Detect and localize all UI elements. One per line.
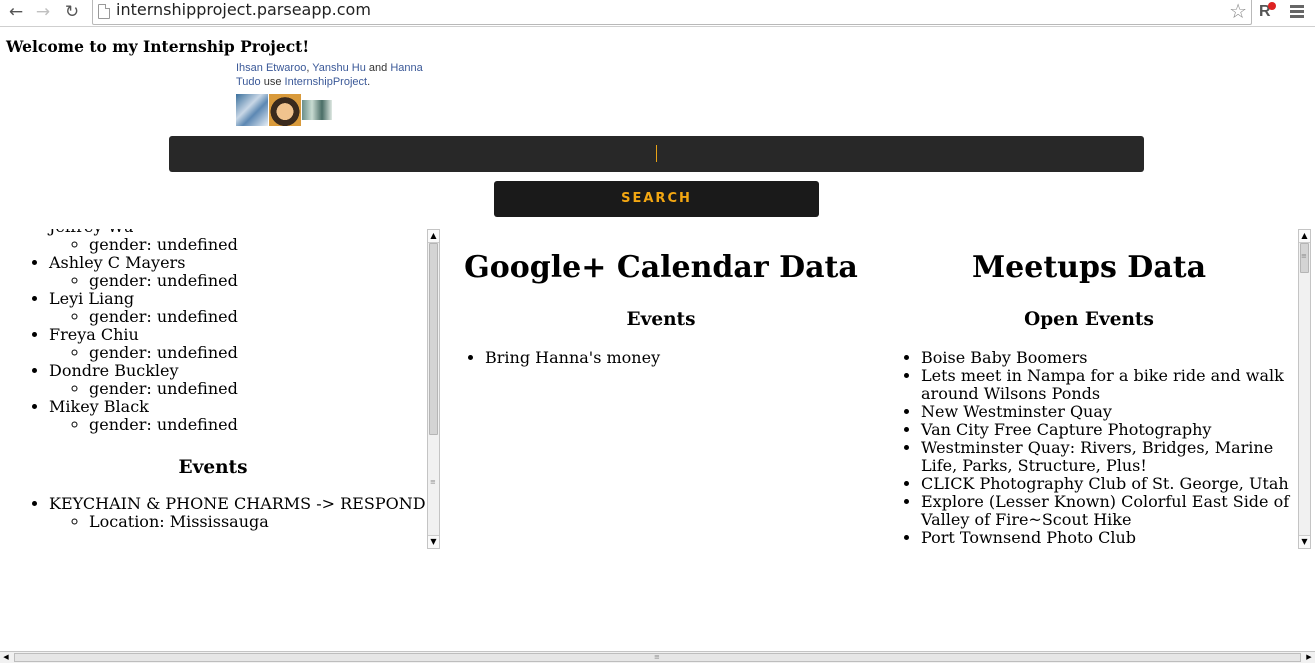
- event-item: KEYCHAIN & PHONE CHARMS -> RESPONDEDLoca…: [49, 495, 426, 531]
- search-button[interactable]: SEARCH: [494, 181, 819, 217]
- period: .: [367, 76, 371, 88]
- friend-item: Freya Chiugender: undefined: [49, 326, 426, 362]
- meetup-event-item: Lets meet in Nampa for a bike ride and w…: [921, 367, 1297, 403]
- browser-menu-icon[interactable]: [1290, 5, 1304, 20]
- friend-item: Leyi Lianggender: undefined: [49, 290, 426, 326]
- avatar[interactable]: [236, 94, 268, 126]
- browser-toolbar: ← → ↻ internshipproject.parseapp.com ☆ R: [0, 0, 1315, 27]
- page-title: Welcome to my Internship Project!: [6, 37, 310, 56]
- meetup-event-item: Port Townsend Photo Club: [921, 529, 1297, 547]
- facepile-user-link[interactable]: Yanshu Hu: [312, 62, 366, 74]
- left-panel-scrollbar[interactable]: ▲ ≡ ▼: [427, 229, 440, 549]
- facepile-user-link[interactable]: Ihsan Etwaroo: [236, 62, 306, 74]
- meetup-event-item: Westminster Quay: Rivers, Bridges, Marin…: [921, 439, 1297, 475]
- friend-detail: gender: undefined: [89, 380, 426, 398]
- scroll-grip: ≡: [654, 653, 660, 661]
- friend-name: Leyi Liang: [49, 289, 135, 308]
- search-input[interactable]: [169, 136, 1144, 172]
- facepile-app-link[interactable]: InternshipProject: [285, 76, 368, 88]
- avatar[interactable]: [302, 100, 332, 120]
- meetup-event-item: New Westminster Quay: [921, 403, 1297, 421]
- scroll-right-arrow[interactable]: ▶: [1303, 652, 1315, 663]
- friend-details: gender: undefined: [49, 236, 426, 254]
- friend-name: Ashley C Mayers: [49, 253, 186, 272]
- scroll-thumb[interactable]: [429, 243, 438, 435]
- friend-name: Mikey Black: [49, 397, 149, 416]
- google-event-item: Bring Hanna's money: [485, 349, 861, 367]
- friend-item: Ashley C Mayersgender: undefined: [49, 254, 426, 290]
- friend-detail: gender: undefined: [89, 308, 426, 326]
- friend-detail: gender: undefined: [89, 344, 426, 362]
- friend-name: Freya Chiu: [49, 325, 139, 344]
- scroll-down-arrow[interactable]: ▼: [428, 535, 439, 548]
- address-url[interactable]: internshipproject.parseapp.com: [116, 0, 371, 19]
- friend-details: gender: undefined: [49, 344, 426, 362]
- events-heading: Events: [178, 457, 248, 478]
- facepile-text: Ihsan Etwaroo, Yanshu Hu and Hanna Tudo …: [236, 61, 436, 89]
- meetup-event-item: Van City Free Capture Photography: [921, 421, 1297, 439]
- friend-detail: gender: undefined: [89, 272, 426, 290]
- event-details: Location: Mississauga: [49, 513, 426, 531]
- google-events-list: Bring Hanna's money: [441, 349, 861, 367]
- friend-detail: gender: undefined: [89, 416, 426, 434]
- meetup-event-item: Boise Baby Boomers: [921, 349, 1297, 367]
- event-name: KEYCHAIN & PHONE CHARMS -> RESPONDED: [49, 494, 426, 513]
- reload-icon[interactable]: ↻: [62, 2, 82, 22]
- address-bar[interactable]: internshipproject.parseapp.com ☆: [92, 0, 1252, 25]
- friend-details: gender: undefined: [49, 416, 426, 434]
- friend-details: gender: undefined: [49, 308, 426, 326]
- event-location: Location: Mississauga: [89, 513, 426, 531]
- forward-icon[interactable]: →: [33, 2, 53, 22]
- friend-item: Dondre Buckleygender: undefined: [49, 362, 426, 398]
- google-events-heading: Events: [626, 309, 696, 330]
- page-icon: [98, 4, 110, 19]
- scroll-grip: ≡: [430, 478, 436, 486]
- friend-details: gender: undefined: [49, 380, 426, 398]
- meetups-events-heading: Open Events: [1024, 309, 1154, 330]
- events-list: KEYCHAIN & PHONE CHARMS -> RESPONDEDLoca…: [0, 495, 426, 531]
- friend-item: Mikey Blackgender: undefined: [49, 398, 426, 434]
- friend-details: gender: undefined: [49, 272, 426, 290]
- scroll-down-arrow[interactable]: ▼: [1299, 535, 1310, 548]
- avatar[interactable]: [269, 94, 301, 126]
- scroll-up-arrow[interactable]: ▲: [428, 230, 439, 243]
- back-icon[interactable]: ←: [6, 2, 26, 22]
- conjunction: and: [365, 62, 391, 74]
- extension-badge: [1268, 2, 1276, 10]
- google-calendar-heading: Google+ Calendar Data: [464, 250, 858, 285]
- scroll-left-arrow[interactable]: ◀: [0, 652, 12, 663]
- friends-list: Jeffrey Wugender: undefinedAshley C Maye…: [0, 229, 426, 434]
- scroll-grip: ≡: [1301, 252, 1307, 260]
- text-caret: [656, 145, 657, 162]
- meetups-events-list: Boise Baby BoomersLets meet in Nampa for…: [877, 349, 1297, 549]
- friends-panel[interactable]: Jeffrey Wugender: undefinedAshley C Maye…: [0, 229, 426, 549]
- friend-item: Jeffrey Wugender: undefined: [49, 229, 426, 254]
- meetups-heading: Meetups Data: [971, 250, 1207, 285]
- meetup-event-item: CLICK Photography Club of St. George, Ut…: [921, 475, 1297, 493]
- friend-detail: gender: undefined: [89, 236, 426, 254]
- meetup-event-item: Explore (Lesser Known) Colorful East Sid…: [921, 493, 1297, 529]
- page-scrollbar[interactable]: ▲ ≡ ▼: [1298, 229, 1311, 549]
- use-word: use: [260, 76, 285, 88]
- horizontal-scrollbar[interactable]: ◀ ≡ ▶: [0, 651, 1315, 663]
- friend-name: Dondre Buckley: [49, 361, 179, 380]
- scroll-up-arrow[interactable]: ▲: [1299, 230, 1310, 243]
- bookmark-star-icon[interactable]: ☆: [1229, 0, 1247, 23]
